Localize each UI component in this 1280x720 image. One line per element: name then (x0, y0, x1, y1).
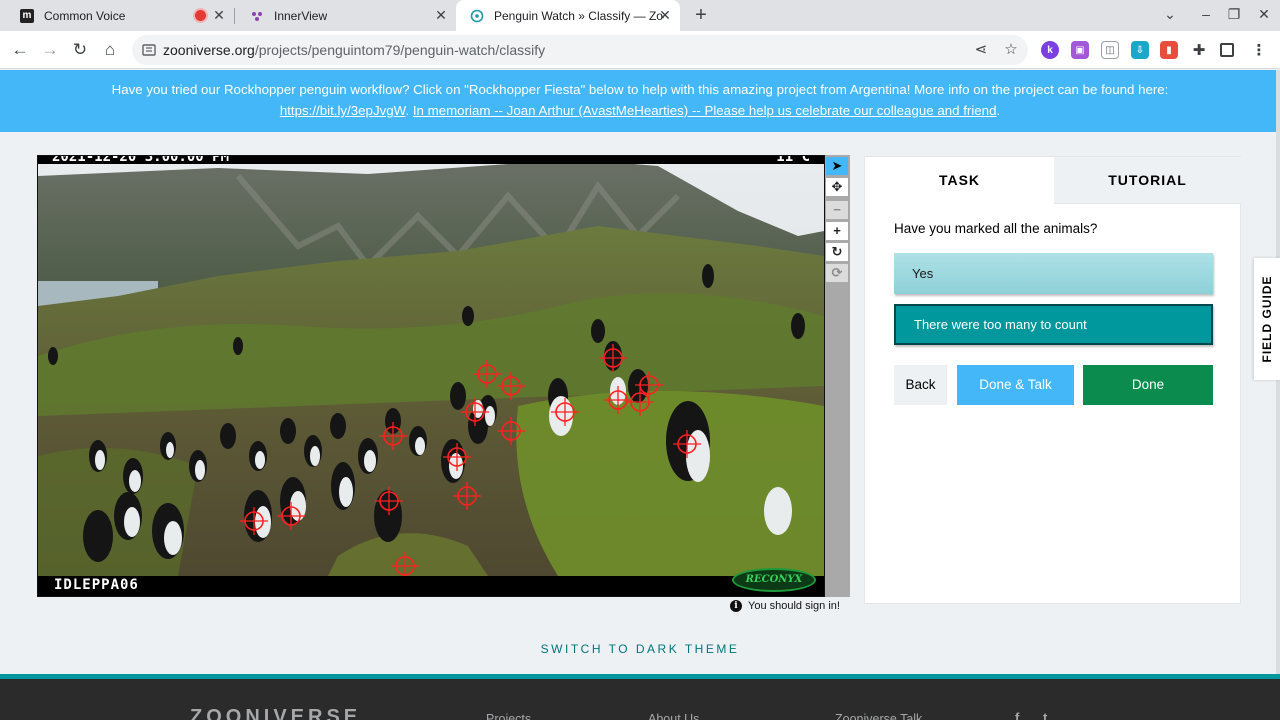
camera-timestamp: 2021-12-20 3:00:00 PM (52, 155, 230, 165)
share-icon[interactable]: ⋖ (972, 41, 990, 59)
close-window-icon[interactable]: ✕ (1254, 6, 1274, 23)
zoom-out-icon[interactable]: − (826, 201, 848, 219)
tab-title: InnerView (274, 8, 328, 23)
zooniverse-logo[interactable]: ZOONIVERSE (190, 706, 361, 720)
close-tab-icon[interactable]: ✕ (434, 8, 448, 22)
field-guide-label: FIELD GUIDE (1260, 275, 1274, 363)
extension-puzzle-purple-icon[interactable]: ▣ (1071, 41, 1089, 59)
done-button[interactable]: Done (1083, 365, 1213, 405)
banner-text: Have you tried our Rockhopper penguin wo… (111, 82, 1169, 97)
bookmark-star-icon[interactable]: ☆ (1002, 41, 1020, 59)
camera-footer-bar: IDLEPPA06 (38, 576, 824, 596)
task-panel: TASK TUTORIAL Have you marked all the an… (864, 156, 1241, 604)
tab-penguin-watch[interactable]: Penguin Watch » Classify — Zoo ✕ (456, 0, 680, 31)
footer-link-talk[interactable]: Zooniverse Talk (835, 712, 922, 720)
answer-too-many[interactable]: There were too many to count (894, 304, 1213, 345)
camera-brand-logo: RECONYX (732, 568, 816, 592)
browser-toolbar: ← → ↻ ⌂ zooniverse.org/projects/penguint… (0, 31, 1280, 69)
zoom-in-icon[interactable]: + (826, 222, 848, 240)
tab-common-voice[interactable]: m Common Voice ✕ (6, 0, 234, 31)
twitter-icon[interactable]: t (1043, 710, 1047, 720)
camera-header-bar: 2021-12-20 3:00:00 PM 11°C (38, 155, 824, 165)
camera-id: IDLEPPA06 (54, 577, 139, 593)
back-icon[interactable]: ← (9, 39, 31, 61)
facebook-icon[interactable]: f (1015, 710, 1019, 720)
recording-icon (195, 10, 206, 21)
footer-link-about[interactable]: About Us (648, 712, 699, 720)
restore-icon[interactable]: ❐ (1224, 6, 1244, 23)
signin-text: You should sign in! (748, 600, 840, 612)
move-tool-icon[interactable]: ✥ (826, 178, 848, 196)
announcement-banner: Have you tried our Rockhopper penguin wo… (0, 70, 1280, 132)
extensions-puzzle-icon[interactable]: ✚ (1190, 41, 1208, 59)
site-footer: ZOONIVERSE Projects About Us Zooniverse … (0, 674, 1280, 720)
answer-yes[interactable]: Yes (894, 253, 1213, 294)
site-info-icon[interactable] (142, 43, 156, 57)
pointer-tool-icon[interactable]: ➤ (826, 157, 848, 175)
close-tab-icon[interactable]: ✕ (212, 8, 226, 22)
reload-icon[interactable]: ↻ (69, 39, 91, 61)
home-icon[interactable]: ⌂ (99, 39, 121, 61)
extension-download-icon[interactable]: ⇩ (1131, 41, 1149, 59)
minimize-icon[interactable]: – (1196, 6, 1216, 22)
forward-icon[interactable]: → (39, 39, 61, 61)
url-text: zooniverse.org/projects/penguintom79/pen… (163, 42, 546, 58)
field-guide-button[interactable]: FIELD GUIDE (1254, 258, 1280, 380)
tab-task[interactable]: TASK (865, 157, 1054, 204)
extension-reader-icon[interactable]: ◫ (1101, 41, 1119, 59)
rotate-icon[interactable]: ↻ (826, 243, 848, 261)
task-question: Have you marked all the animals? (894, 221, 1098, 236)
extension-book-icon[interactable]: ▮ (1160, 41, 1178, 59)
innerview-icon (250, 9, 264, 23)
tab-search-icon[interactable]: ⌄ (1160, 6, 1180, 23)
tab-tutorial[interactable]: TUTORIAL (1054, 157, 1241, 204)
back-button[interactable]: Back (894, 365, 947, 405)
footer-link-projects[interactable]: Projects (486, 712, 531, 720)
viewer-toolbar: ➤ ✥ − + ↻ ⟳ (825, 155, 850, 597)
subject-image[interactable] (38, 156, 824, 596)
tab-title: Penguin Watch » Classify — Zoo (494, 8, 664, 23)
done-and-talk-button[interactable]: Done & Talk (957, 365, 1074, 405)
address-bar[interactable]: zooniverse.org/projects/penguintom79/pen… (132, 35, 1028, 65)
subject-viewer[interactable]: 2021-12-20 3:00:00 PM 11°C IDLEPPA06 REC… (37, 155, 825, 597)
tab-separator (234, 8, 235, 24)
close-tab-icon[interactable]: ✕ (658, 8, 672, 22)
banner-link-bitly[interactable]: https://bit.ly/3epJvgW (280, 103, 406, 118)
switch-dark-theme-button[interactable]: SWITCH TO DARK THEME (0, 642, 1280, 656)
menu-kebab-icon[interactable]: ⋮ (1250, 41, 1268, 59)
tab-title: Common Voice (44, 8, 126, 23)
tab-strip: m Common Voice ✕ InnerView ✕ Penguin Wat… (0, 0, 1280, 31)
banner-link-memoriam[interactable]: In memoriam -- Joan Arthur (AvastMeHeart… (413, 103, 997, 118)
info-icon: i (730, 600, 742, 612)
zooniverse-icon (470, 9, 484, 23)
camera-temperature: 11°C (776, 155, 810, 165)
tab-innerview[interactable]: InnerView ✕ (236, 0, 456, 31)
reset-view-icon[interactable]: ⟳ (826, 264, 848, 282)
new-tab-button[interactable]: + (690, 4, 712, 26)
extension-k-icon[interactable]: k (1041, 41, 1059, 59)
common-voice-icon: m (20, 8, 34, 23)
side-panel-icon[interactable] (1220, 43, 1234, 57)
signin-notice: i You should sign in! (730, 600, 840, 612)
